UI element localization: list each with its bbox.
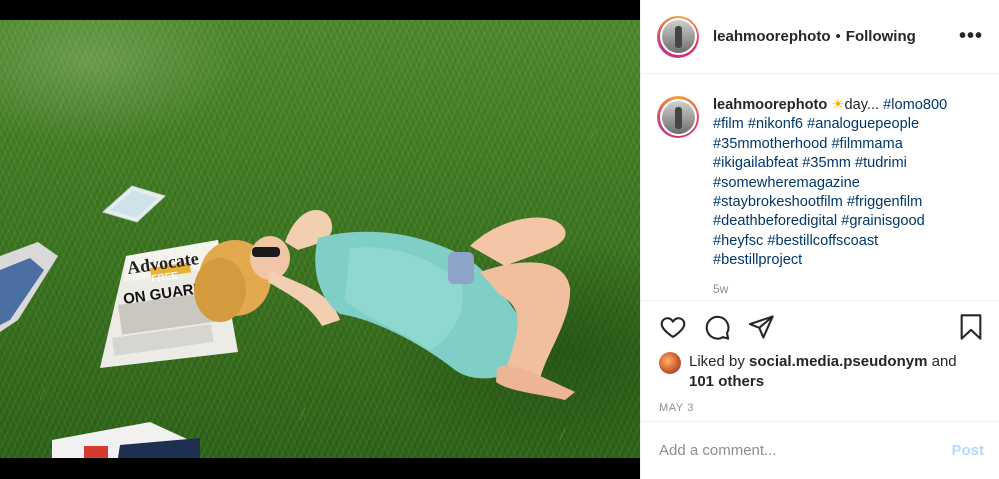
caption-text: leahmoorephoto ☀day... #lomo800 #film #n… <box>713 96 973 300</box>
author-avatar[interactable] <box>657 15 699 58</box>
post-comment-button[interactable]: Post <box>951 442 984 459</box>
post-header: leahmoorephoto • Following ••• <box>641 0 999 74</box>
post-date[interactable]: MAY 3 <box>641 392 999 414</box>
save-button[interactable] <box>957 313 985 341</box>
post-photo[interactable]: Advocate ON GUARD FREE <box>0 20 640 458</box>
magazine-bottom <box>52 422 200 458</box>
woman-figure <box>194 210 575 400</box>
comment-box: Post <box>641 421 999 479</box>
comment-icon <box>705 315 730 340</box>
hashtag-line[interactable]: #bestillproject <box>713 252 802 268</box>
avatar-image <box>661 20 695 53</box>
likes-connector: and <box>931 353 957 370</box>
hashtag-line[interactable]: #lomo800 <box>883 97 947 113</box>
post-age[interactable]: 5w <box>713 280 973 299</box>
hashtag-line[interactable]: #ikigailabfeat #35mm #tudrimi <box>713 155 907 171</box>
hashtag-line[interactable]: #film #nikonf6 #analoguepeople <box>713 116 919 132</box>
bookmark-icon <box>960 313 982 340</box>
hashtag-line[interactable]: #somewheremagazine <box>713 175 860 191</box>
likes-summary: Liked by social.media.pseudonym and 101 … <box>641 352 999 392</box>
likes-text: Liked by social.media.pseudonym and 101 … <box>689 352 957 392</box>
likes-others-link[interactable]: 101 others <box>689 373 764 390</box>
caption-author-avatar[interactable] <box>657 96 699 138</box>
liker-avatar[interactable] <box>659 352 681 374</box>
magazines-left <box>0 242 58 332</box>
author-username[interactable]: leahmoorephoto <box>713 28 831 45</box>
share-icon <box>748 314 774 339</box>
heart-icon <box>660 316 686 338</box>
follow-status-button[interactable]: Following <box>846 28 916 45</box>
caption-username[interactable]: leahmoorephoto <box>713 97 827 113</box>
header-separator: • <box>835 28 841 45</box>
hashtag-line[interactable]: #deathbeforedigital #grainisgood <box>713 213 925 229</box>
caption-prefix: day... <box>844 97 880 113</box>
sun-emoji-icon: ☀ <box>831 97 845 113</box>
comment-button[interactable] <box>703 313 731 341</box>
hashtag-line[interactable]: #35mmotherhood #filmmama <box>713 136 903 152</box>
photo-scene: Advocate ON GUARD FREE <box>0 57 597 458</box>
tablet <box>101 185 166 223</box>
hashtag-line[interactable]: #staybrokeshootfilm #friggenfilm <box>713 194 922 210</box>
liker-username[interactable]: social.media.pseudonym <box>749 353 927 370</box>
likes-prefix: Liked by <box>689 353 745 370</box>
action-bar <box>641 300 999 352</box>
caption-section: leahmoorephoto ☀day... #lomo800 #film #n… <box>641 74 999 300</box>
more-options-icon[interactable]: ••• <box>959 25 983 48</box>
comment-input[interactable] <box>659 442 952 459</box>
photo-top-letterbox <box>0 0 640 20</box>
like-button[interactable] <box>659 313 687 341</box>
avatar-image <box>661 100 695 134</box>
photo-bottom-letterbox <box>0 458 640 479</box>
post-side-panel: leahmoorephoto • Following ••• leahmoore… <box>640 0 999 479</box>
share-button[interactable] <box>747 313 775 341</box>
hashtag-line[interactable]: #heyfsc #bestillcoffscoast <box>713 233 878 249</box>
